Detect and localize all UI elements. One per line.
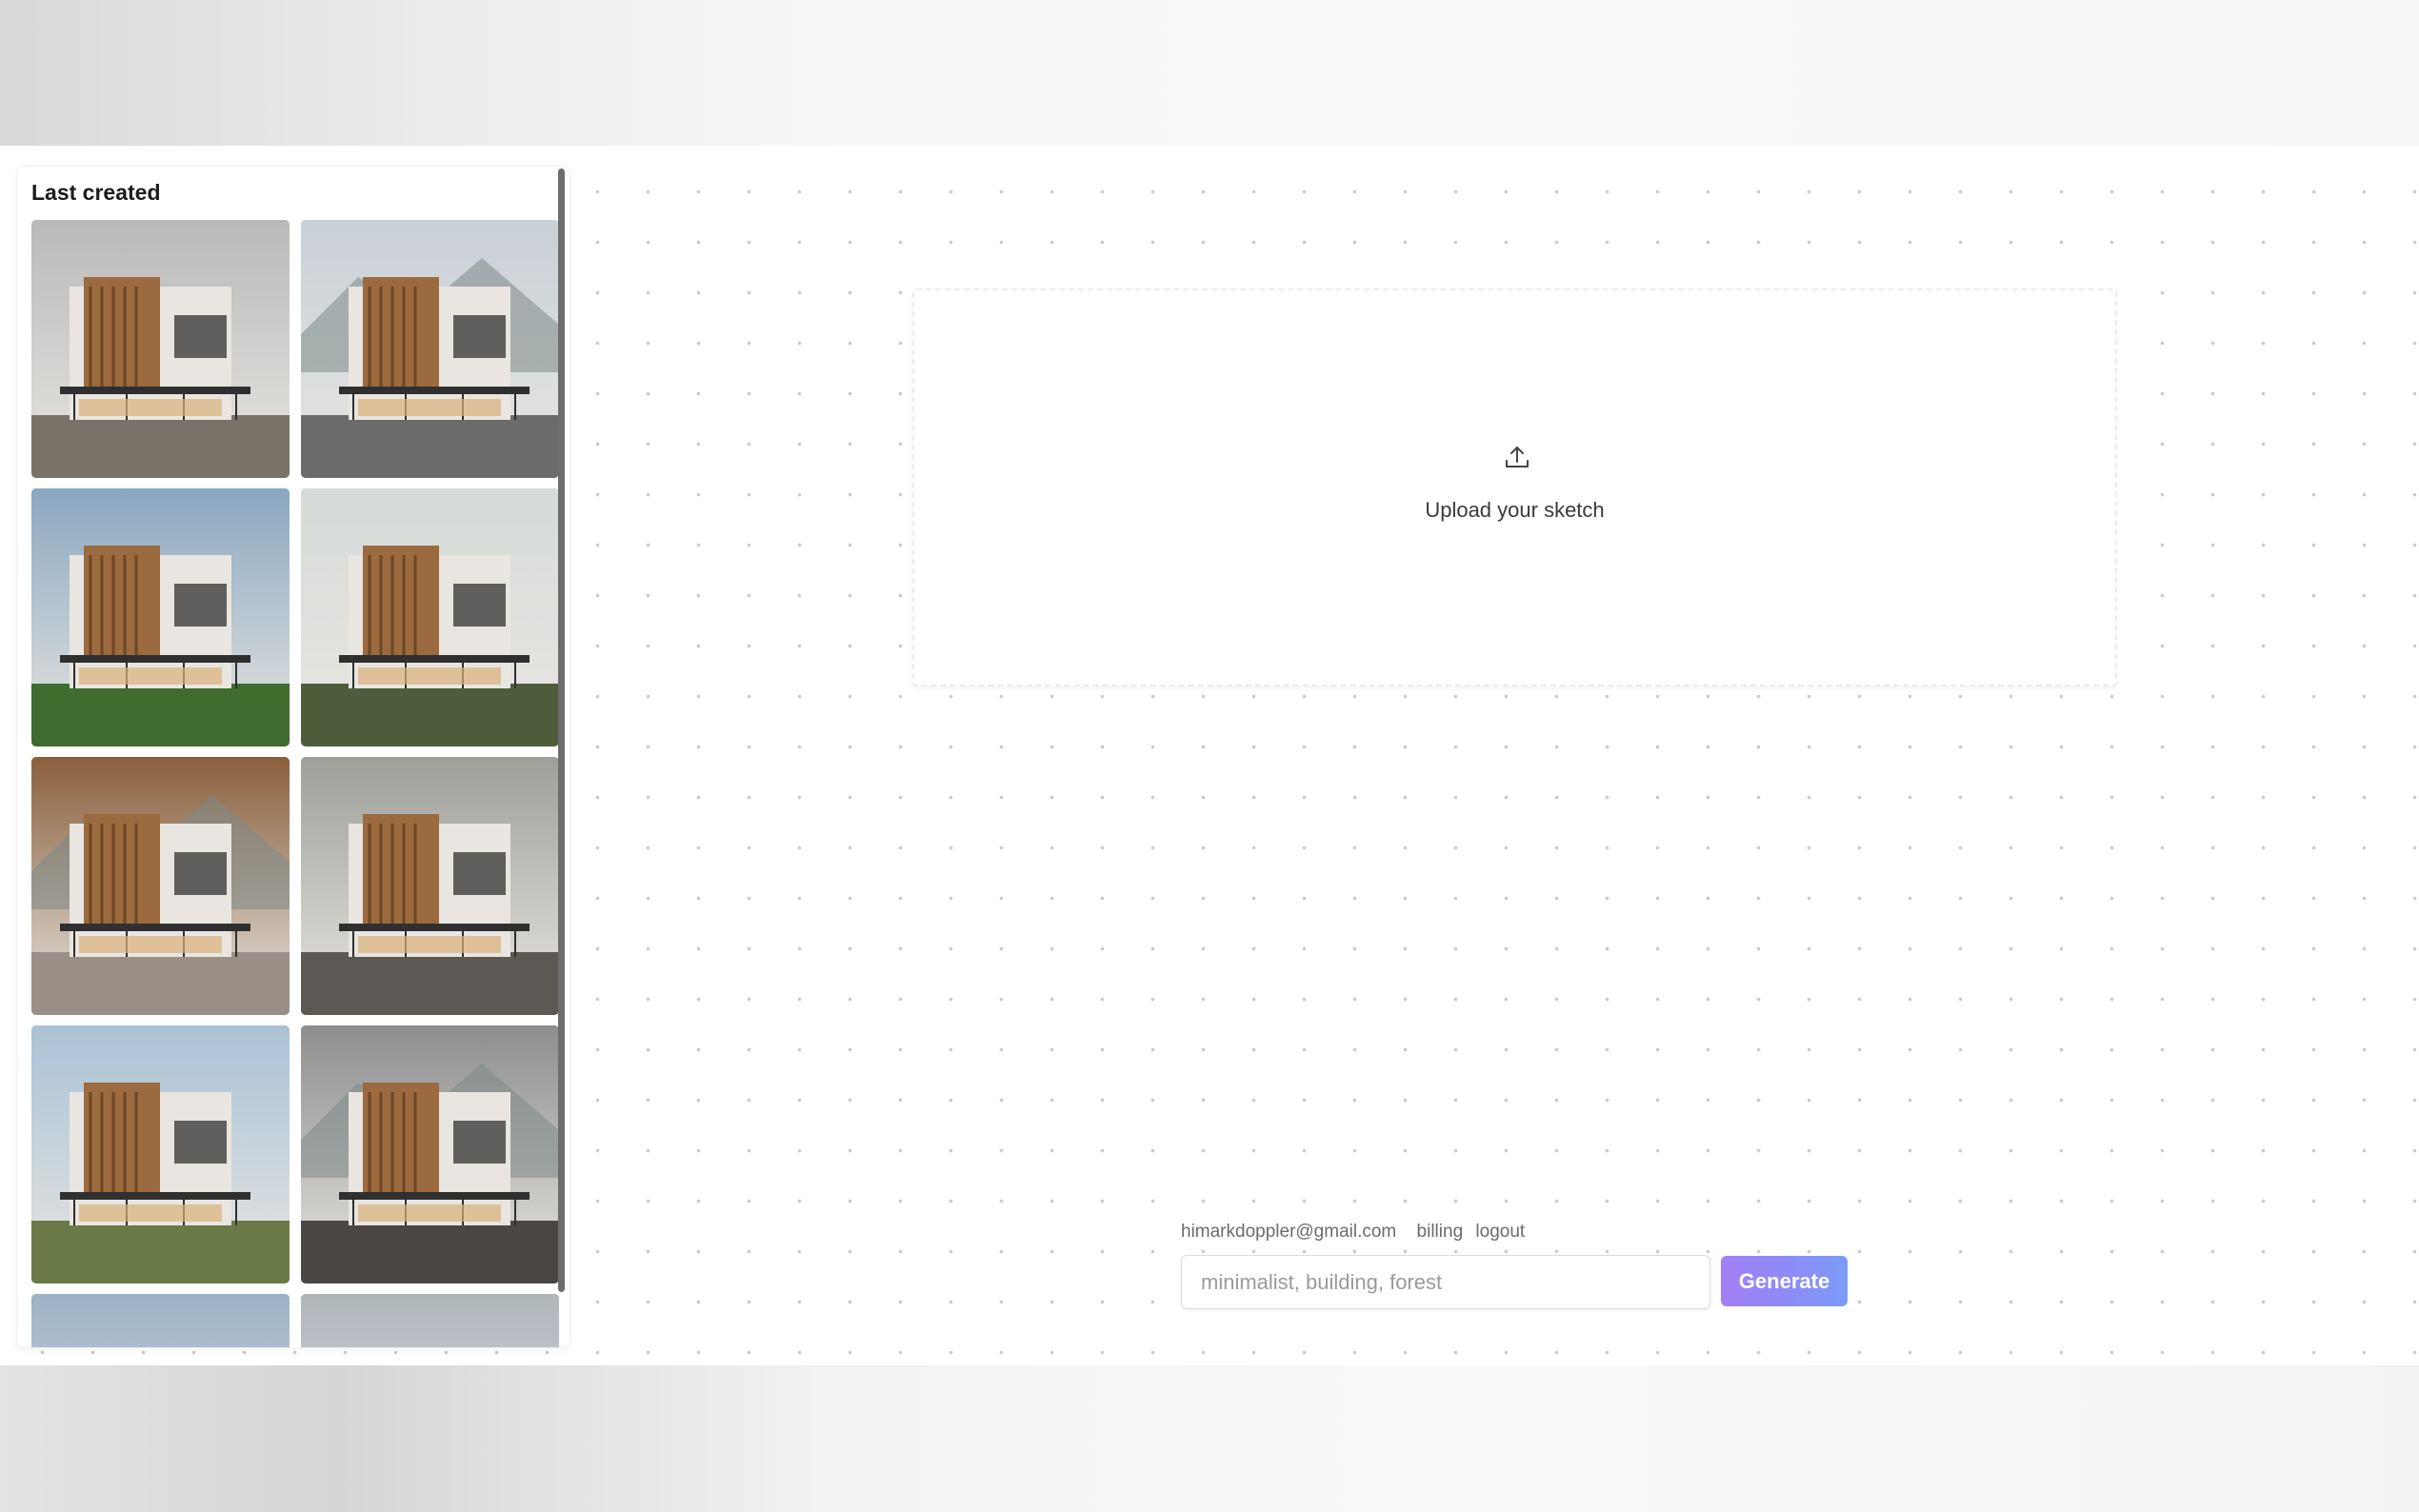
architecture-render-image: [301, 1025, 559, 1283]
upload-icon: [1506, 447, 1529, 468]
thumbnail-item[interactable]: [31, 1025, 290, 1283]
prompt-input[interactable]: [1181, 1255, 1710, 1309]
user-email: himarkdoppler@gmail.com: [1181, 1222, 1397, 1242]
background-blur-bottom: [0, 1365, 2419, 1512]
architecture-render-image: [301, 1294, 559, 1347]
account-bar: himarkdoppler@gmail.com billing logout: [1181, 1222, 1532, 1243]
thumbnail-item[interactable]: [301, 220, 559, 478]
thumbnail-grid: [31, 220, 561, 1347]
thumbnail-item[interactable]: [31, 488, 290, 746]
generate-button[interactable]: Generate: [1721, 1256, 1848, 1306]
architecture-render-image: [31, 757, 290, 1015]
thumbnail-item[interactable]: [31, 757, 290, 1015]
thumbnail-item[interactable]: [301, 488, 559, 746]
sidebar-scrollbar-thumb[interactable]: [558, 169, 565, 1292]
sidebar-scrollbar[interactable]: [557, 167, 566, 1347]
background-blur-top: [0, 0, 2419, 146]
architecture-render-image: [31, 1294, 290, 1347]
architecture-render-image: [301, 488, 559, 746]
thumbnail-item[interactable]: [301, 1025, 559, 1283]
app-canvas: Last created Upload your sketch himarkdo…: [0, 146, 2419, 1365]
thumbnail-item[interactable]: [301, 757, 559, 1015]
history-sidebar: Last created: [17, 167, 570, 1347]
logout-link[interactable]: logout: [1475, 1222, 1525, 1242]
upload-dropzone[interactable]: Upload your sketch: [912, 288, 2117, 686]
thumbnail-item[interactable]: [31, 220, 290, 478]
upload-label: Upload your sketch: [1425, 498, 1605, 522]
architecture-render-image: [301, 220, 559, 478]
billing-link[interactable]: billing: [1417, 1222, 1464, 1242]
architecture-render-image: [31, 1025, 290, 1283]
architecture-render-image: [31, 220, 290, 478]
thumbnail-item[interactable]: [31, 1294, 290, 1347]
architecture-render-image: [31, 488, 290, 746]
sidebar-title: Last created: [31, 180, 161, 205]
architecture-render-image: [301, 757, 559, 1015]
thumbnail-item[interactable]: [301, 1294, 559, 1347]
